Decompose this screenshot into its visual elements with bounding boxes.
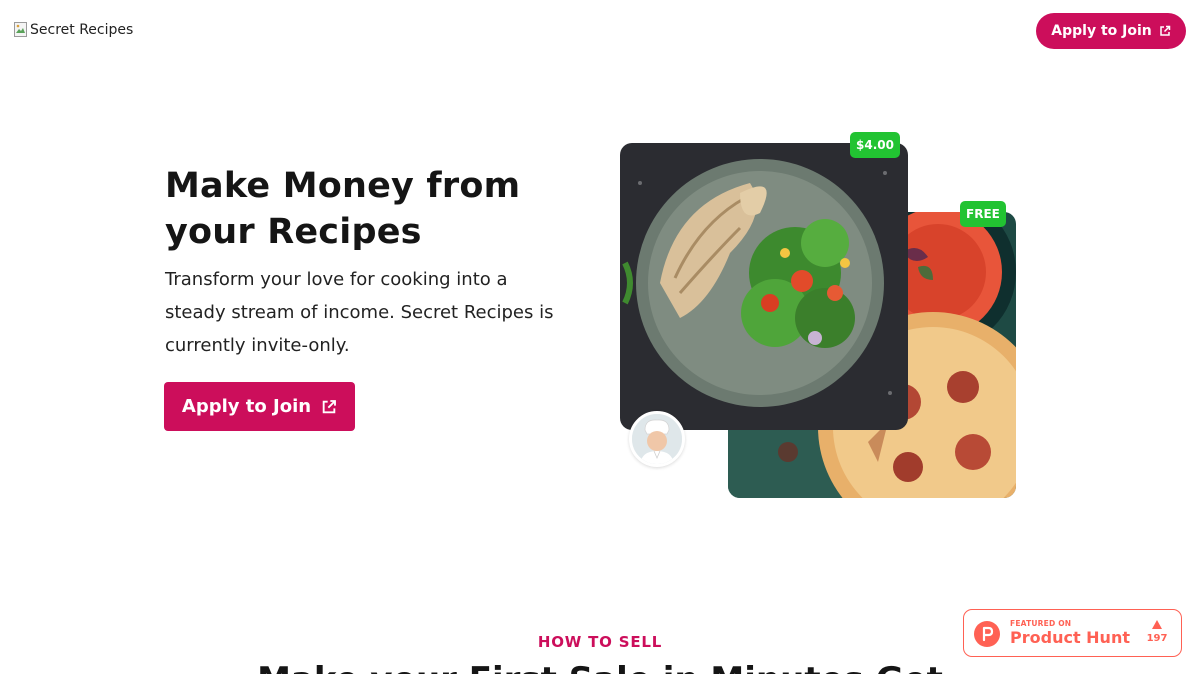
apply-to-join-nav-label: Apply to Join [1051,23,1152,39]
external-link-icon [1159,25,1171,37]
hero-title: Make Money from your Recipes [165,166,521,252]
broken-image-icon [14,22,28,38]
hero-subtitle: Transform your love for cooking into a s… [165,269,554,356]
product-hunt-badge[interactable]: FEATURED ON Product Hunt 197 [963,609,1182,657]
price-tag-free: FREE [960,201,1006,227]
product-hunt-name: Product Hunt [1010,628,1130,647]
top-navigation: Secret Recipes Apply to Join [0,0,1200,64]
external-link-icon [321,399,337,415]
apply-to-join-nav-button[interactable]: Apply to Join [1036,13,1186,49]
apply-to-join-hero-label: Apply to Join [181,396,312,417]
apply-to-join-hero-button[interactable]: Apply to Join [164,382,355,431]
chef-avatar [629,411,685,467]
recipe-card-chicken-salad[interactable] [620,143,908,430]
chicken-salad-photo [620,143,908,430]
site-logo-alt-text: Secret Recipes [30,22,134,38]
site-logo[interactable]: Secret Recipes [14,22,133,38]
product-hunt-logo-icon [974,621,1000,647]
price-tag-paid: $4.00 [850,132,900,158]
chef-portrait [632,414,682,464]
product-hunt-featured-label: FEATURED ON [1010,619,1072,628]
section-heading: Make your First Sale in Minutes Get [0,660,1200,674]
product-hunt-vote-count: 197 [1146,633,1168,644]
upvote-arrow-icon [1152,620,1162,629]
